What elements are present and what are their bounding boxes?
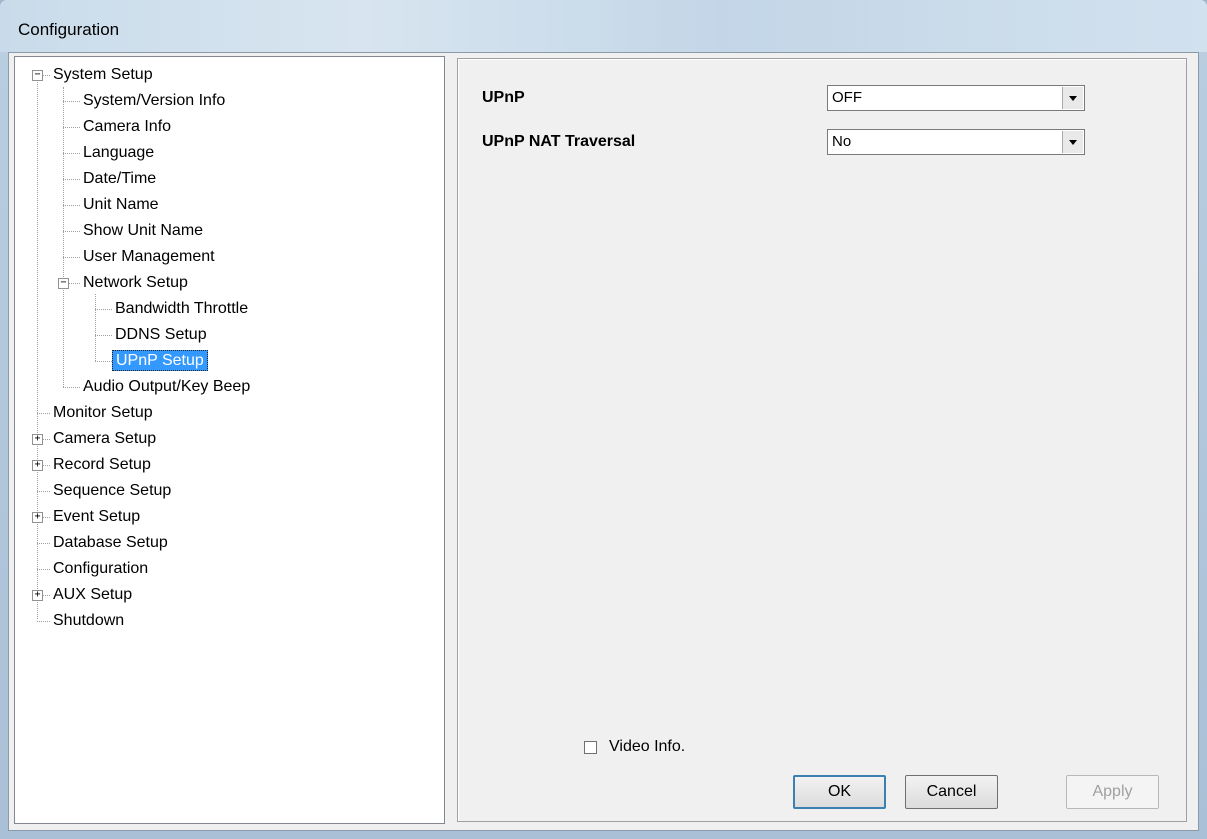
tree-item-label: DDNS Setup	[115, 326, 207, 343]
tree-item[interactable]: Shutdown	[50, 609, 127, 633]
tree-line	[63, 231, 80, 232]
tree-line	[63, 101, 80, 102]
tree-line	[37, 491, 50, 492]
tree-line	[37, 543, 50, 544]
tree-item[interactable]: Show Unit Name	[80, 219, 206, 243]
tree-item-label: Sequence Setup	[53, 482, 172, 499]
nat-traversal-select-value: No	[832, 133, 852, 150]
tree-item[interactable]: Camera Info	[80, 115, 174, 139]
tree-item-label: Event Setup	[53, 508, 141, 525]
tree-item[interactable]: Sequence Setup	[50, 479, 174, 503]
tree-item[interactable]: Language	[80, 141, 157, 165]
tree-item-label: Camera Setup	[53, 430, 157, 447]
tree-item-label: User Management	[83, 248, 215, 265]
settings-panel: UPnP OFF UPnP NAT Traversal No Video Inf…	[457, 58, 1187, 822]
ok-button[interactable]: OK	[793, 775, 886, 809]
expand-plus-icon[interactable]: +	[32, 512, 43, 523]
tree-item-label: Bandwidth Throttle	[115, 300, 249, 317]
video-info-checkbox[interactable]	[584, 741, 597, 754]
tree-item-label: Shutdown	[53, 612, 125, 629]
tree-line	[95, 294, 96, 361]
expand-plus-icon[interactable]: +	[32, 590, 43, 601]
nat-traversal-label: UPnP NAT Traversal	[482, 133, 636, 150]
tree-item[interactable]: Database Setup	[50, 531, 171, 555]
tree-item[interactable]: Camera Setup	[50, 427, 159, 451]
title-bar[interactable]: Configuration	[0, 0, 1207, 52]
dropdown-arrow-icon[interactable]	[1062, 87, 1083, 109]
tree-line	[63, 257, 80, 258]
apply-button[interactable]: Apply	[1066, 775, 1159, 809]
tree-item-label: Audio Output/Key Beep	[83, 378, 251, 395]
tree-line	[95, 361, 112, 362]
collapse-minus-icon[interactable]: −	[58, 278, 69, 289]
tree-line	[63, 127, 80, 128]
tree-line	[37, 569, 50, 570]
tree-item-label: System Setup	[53, 66, 153, 83]
tree-item-label: Monitor Setup	[53, 404, 153, 421]
tree-item[interactable]: Event Setup	[50, 505, 143, 529]
tree-line	[63, 179, 80, 180]
collapse-minus-icon[interactable]: −	[32, 70, 43, 81]
tree-item[interactable]: UPnP Setup	[112, 349, 208, 373]
tree-line	[37, 75, 38, 619]
tree-item[interactable]: Configuration	[50, 557, 151, 581]
settings-tree[interactable]: System Setup − System/Version Info Camera I…	[14, 56, 445, 824]
dropdown-arrow-icon[interactable]	[1062, 131, 1083, 153]
tree-line	[37, 621, 50, 622]
tree-item[interactable]: System Setup	[50, 63, 156, 87]
tree-item[interactable]: Network Setup	[80, 271, 191, 295]
tree-item-label: Language	[83, 144, 155, 161]
tree-item-label: System/Version Info	[83, 92, 226, 109]
upnp-label: UPnP	[482, 89, 525, 106]
tree-item[interactable]: Audio Output/Key Beep	[80, 375, 253, 399]
tree-item[interactable]: System/Version Info	[80, 89, 228, 113]
upnp-select-value: OFF	[832, 89, 862, 106]
tree-item-label: AUX Setup	[53, 586, 133, 603]
configuration-window: Configuration System Setup − System/Versio…	[0, 0, 1207, 839]
tree-item[interactable]: Bandwidth Throttle	[112, 297, 251, 321]
expand-plus-icon[interactable]: +	[32, 460, 43, 471]
tree-item[interactable]: Unit Name	[80, 193, 162, 217]
tree-item[interactable]: Date/Time	[80, 167, 159, 191]
expand-plus-icon[interactable]: +	[32, 434, 43, 445]
tree-line	[37, 413, 50, 414]
tree-item-label: Network Setup	[83, 274, 188, 291]
tree-line	[63, 87, 64, 387]
tree-item-label: UPnP Setup	[112, 350, 208, 371]
upnp-select[interactable]: OFF	[827, 85, 1085, 111]
tree-item[interactable]: Record Setup	[50, 453, 154, 477]
tree-item[interactable]: User Management	[80, 245, 218, 269]
tree-line	[63, 205, 80, 206]
nat-traversal-select[interactable]: No	[827, 129, 1085, 155]
tree-line	[63, 387, 80, 388]
tree-item-label: Show Unit Name	[83, 222, 204, 239]
tree-item-label: Unit Name	[83, 196, 159, 213]
cancel-button[interactable]: Cancel	[905, 775, 998, 809]
tree-item-label: Configuration	[53, 560, 149, 577]
tree-line	[95, 309, 112, 310]
tree-line	[63, 153, 80, 154]
tree-item[interactable]: AUX Setup	[50, 583, 135, 607]
tree-item-label: Camera Info	[83, 118, 172, 135]
tree-item[interactable]: DDNS Setup	[112, 323, 210, 347]
window-title: Configuration	[18, 20, 120, 39]
tree-item-label: Record Setup	[53, 456, 151, 473]
tree-item-label: Date/Time	[83, 170, 157, 187]
tree-item-label: Database Setup	[53, 534, 168, 551]
tree-line	[95, 335, 112, 336]
video-info-label: Video Info.	[609, 738, 686, 755]
tree-item[interactable]: Monitor Setup	[50, 401, 156, 425]
